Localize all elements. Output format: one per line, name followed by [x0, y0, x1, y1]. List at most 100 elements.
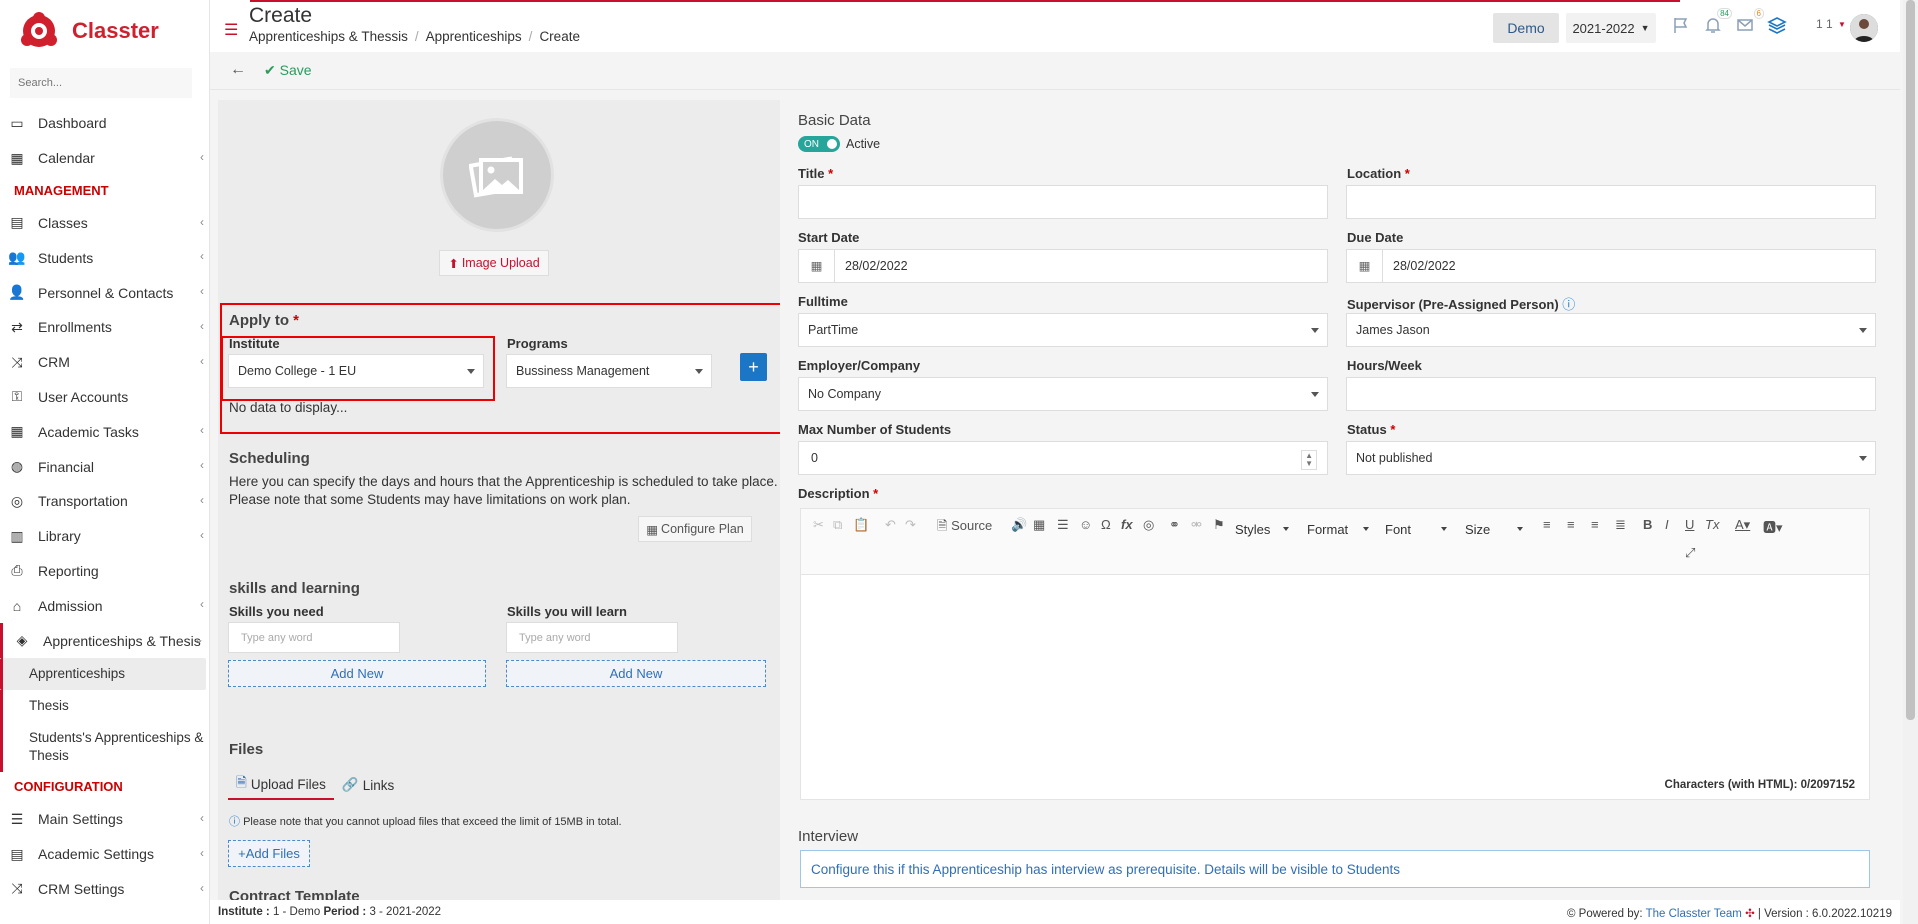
paste-icon[interactable]: 📋	[853, 517, 869, 533]
styles-dropdown[interactable]: Styles	[1231, 517, 1293, 541]
align-left-icon[interactable]: ≡	[1543, 517, 1551, 532]
supervisor-label-text: Supervisor (Pre-Assigned Person)	[1347, 297, 1559, 312]
add-skill-learn-button[interactable]: Add New	[506, 660, 766, 687]
omega-icon[interactable]: Ω	[1101, 517, 1111, 532]
sidebar-item-calendar[interactable]: ▦ Calendar ‹	[0, 141, 209, 176]
font-dropdown[interactable]: Font	[1381, 517, 1451, 541]
calendar-icon[interactable]: ▦	[1347, 250, 1383, 282]
horizontal-line-icon[interactable]: ☰	[1057, 517, 1069, 533]
hours-week-input[interactable]	[1346, 377, 1876, 411]
anchor-flag-icon[interactable]: ⚑	[1213, 517, 1225, 533]
page-scrollbar-thumb[interactable]	[1906, 0, 1915, 720]
add-files-button[interactable]: + Add Files	[228, 840, 310, 867]
sidebar-subitem[interactable]: Students's Apprenticeships & Thesis	[0, 721, 209, 772]
sidebar-item-reporting[interactable]: ⎙ Reporting	[0, 554, 209, 589]
classter-team-link[interactable]: The Classter Team	[1646, 908, 1742, 920]
unlink-icon[interactable]: ⚮	[1191, 517, 1202, 533]
breadcrumb-item[interactable]: Apprenticeships	[426, 29, 522, 44]
flag-icon[interactable]	[1670, 14, 1692, 36]
user-menu-caret-icon[interactable]: ▼	[1838, 20, 1846, 29]
sidebar-item-academic-settings[interactable]: ▤ Academic Settings ‹	[0, 837, 209, 872]
clear-format-icon[interactable]: Tx	[1705, 517, 1719, 532]
location-input[interactable]	[1346, 185, 1876, 219]
active-toggle[interactable]: ON	[798, 136, 840, 152]
sidebar-item-academic-tasks[interactable]: ▦ Academic Tasks ‹	[0, 414, 209, 449]
max-students-input[interactable]: 0 ▲ ▼	[798, 441, 1328, 475]
formula-icon[interactable]: fx	[1121, 517, 1133, 532]
sidebar-item-admission[interactable]: ⌂ Admission ‹	[0, 588, 209, 623]
bold-icon[interactable]: B	[1643, 517, 1652, 532]
institute-select[interactable]: Demo College - 1 EU	[228, 354, 484, 388]
employer-select[interactable]: No Company	[798, 377, 1328, 411]
sidebar-item-user-accounts[interactable]: ⚿ User Accounts	[0, 380, 209, 415]
bell-icon[interactable]: 84	[1702, 8, 1732, 36]
start-date-input[interactable]: ▦ 28/02/2022	[798, 249, 1328, 283]
sidebar-item-library[interactable]: ▥ Library ‹	[0, 519, 209, 554]
user-avatar[interactable]	[1850, 14, 1878, 42]
status-select[interactable]: Not published	[1346, 441, 1876, 475]
text-color-icon[interactable]: A▾	[1735, 517, 1750, 533]
sidebar-item-classes[interactable]: ▤ Classes ‹	[0, 206, 209, 241]
format-dropdown[interactable]: Format	[1303, 517, 1373, 541]
fulltime-select[interactable]: PartTime	[798, 313, 1328, 347]
year-selector[interactable]: 2021-2022 ▼	[1566, 13, 1656, 43]
due-date-input[interactable]: ▦ 28/02/2022	[1346, 249, 1876, 283]
source-button[interactable]: 🗎 Source	[937, 517, 992, 539]
scheduling-note: Please note that some Students may have …	[229, 492, 631, 507]
sidebar-item-transportation[interactable]: ◎ Transportation ‹	[0, 484, 209, 519]
sidebar-subitem[interactable]: Apprenticeships	[0, 657, 206, 690]
add-skill-need-button[interactable]: Add New	[228, 660, 486, 687]
sidebar-item-main-settings[interactable]: ☰ Main Settings ‹	[0, 802, 209, 837]
tab-links[interactable]: 🔗 Links	[334, 770, 402, 800]
undo-icon[interactable]: ↶	[885, 517, 896, 533]
maximize-icon[interactable]: ⤢	[1685, 545, 1695, 561]
redo-icon[interactable]: ↷	[905, 517, 916, 533]
align-right-icon[interactable]: ≡	[1591, 517, 1599, 532]
breadcrumb-item[interactable]: Apprenticeships & Thessis	[249, 29, 408, 44]
mail-icon[interactable]: 6	[1734, 8, 1764, 36]
configure-plan-button[interactable]: ▦ Configure Plan	[638, 516, 752, 542]
smiley-icon[interactable]: ☺	[1079, 517, 1092, 532]
globe-icon[interactable]: ◎	[1143, 517, 1154, 533]
calendar-icon[interactable]: ▦	[799, 250, 835, 282]
sidebar-item-enrollments[interactable]: ⇄ Enrollments ‹	[0, 310, 209, 345]
classter-logo[interactable]: Classter	[18, 8, 168, 54]
copy-icon[interactable]: ⧉	[833, 517, 842, 533]
interview-config-box[interactable]: Configure this if this Apprenticeship ha…	[800, 850, 1870, 888]
table-icon[interactable]: ▦	[1033, 517, 1045, 533]
spinner-icon[interactable]: ▲ ▼	[1301, 450, 1317, 470]
sidebar-search-input[interactable]	[10, 68, 192, 98]
programs-select[interactable]: Bussiness Management	[506, 354, 712, 388]
sidebar-item-students[interactable]: 👥 Students ‹	[0, 240, 209, 275]
sidebar-item-financial[interactable]: ◍ Financial ‹	[0, 449, 209, 484]
skills-learn-input[interactable]: Type any word	[506, 622, 678, 653]
audio-icon[interactable]: 🔊	[1011, 517, 1027, 533]
sidebar-item-personnel-contacts[interactable]: 👤 Personnel & Contacts ‹	[0, 275, 209, 310]
align-center-icon[interactable]: ≡	[1567, 517, 1575, 532]
sidebar-item-crm-settings[interactable]: ⤨ CRM Settings ‹	[0, 872, 209, 907]
sidebar-item-apprenticeships-thesis[interactable]: ◈ Apprenticeships & Thesis ⌄	[0, 623, 209, 658]
skills-need-input[interactable]: Type any word	[228, 622, 400, 653]
description-editor[interactable]: ✂ ⧉ 📋 ↶ ↷ 🗎 Source 🔊 ▦ ☰ ☺ Ω fx ◎ ⚭ ⚮ ⚑ …	[800, 508, 1870, 800]
background-color-icon[interactable]: 🅰▾	[1763, 517, 1783, 536]
image-upload-button[interactable]: ⬆ Image Upload	[439, 250, 549, 276]
cut-icon[interactable]: ✂	[813, 517, 824, 533]
size-dropdown[interactable]: Size	[1461, 517, 1527, 541]
sidebar-subitem[interactable]: Thesis	[0, 689, 209, 722]
justify-icon[interactable]: ≣	[1615, 517, 1626, 533]
italic-icon[interactable]: I	[1665, 517, 1669, 532]
underline-icon[interactable]: U	[1685, 517, 1694, 532]
sidebar-item-crm[interactable]: ⤨ CRM ‹	[0, 345, 209, 380]
sidebar-item-dashboard[interactable]: ▭ Dashboard	[0, 106, 209, 141]
layers-icon[interactable]	[1766, 14, 1788, 36]
title-input[interactable]	[798, 185, 1328, 219]
menu-toggle-icon[interactable]: ☰	[224, 20, 238, 40]
link-icon[interactable]: ⚭	[1169, 517, 1180, 533]
save-button[interactable]: ✔ Save	[264, 62, 312, 79]
info-icon[interactable]: ⓘ	[1562, 297, 1575, 312]
back-arrow-icon[interactable]: ←	[230, 61, 246, 79]
supervisor-select[interactable]: James Jason	[1346, 313, 1876, 347]
tab-upload-files[interactable]: 🗎 Upload Files	[228, 770, 334, 800]
add-program-button[interactable]: +	[740, 353, 767, 381]
demo-button[interactable]: Demo	[1493, 13, 1559, 43]
